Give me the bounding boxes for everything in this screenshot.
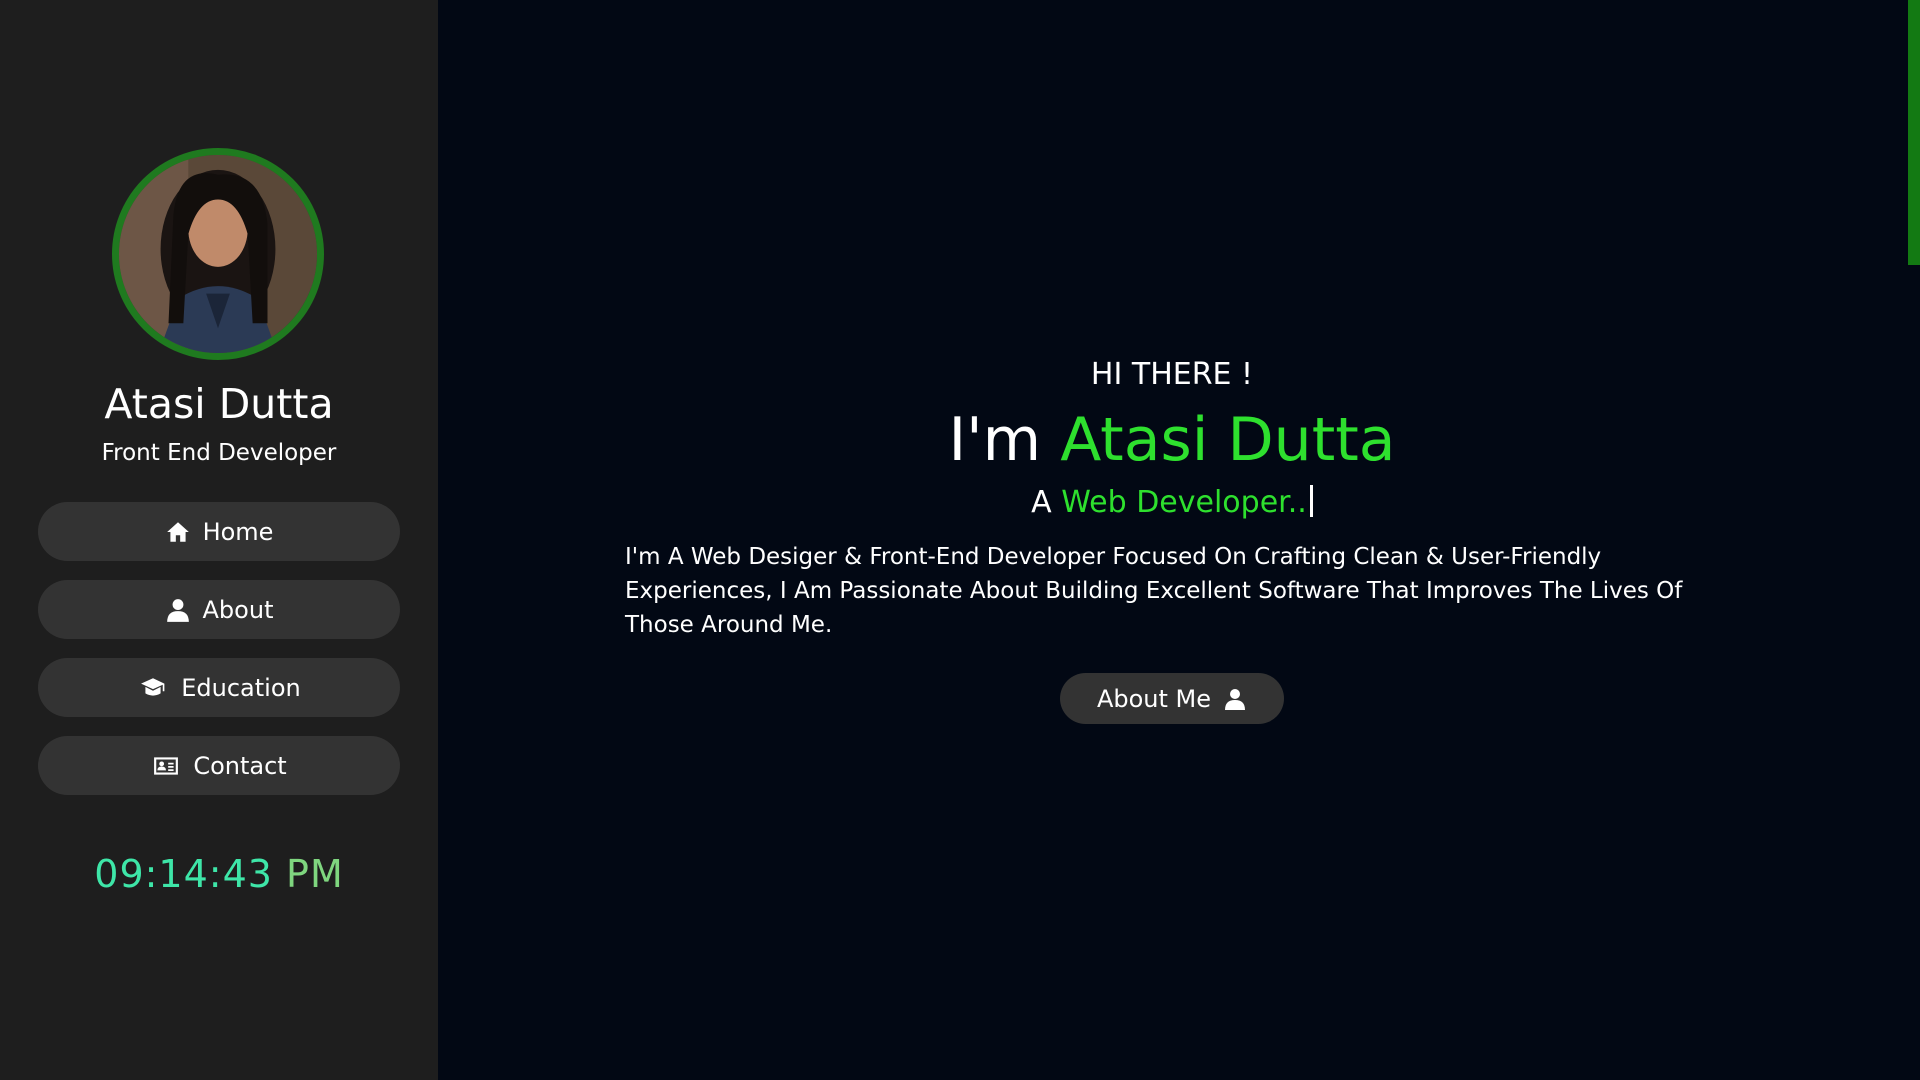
hero-greeting: HI THERE ! [1090,357,1254,392]
hero-section: HI THERE ! I'm Atasi Dutta A Web Develop… [438,0,1920,1080]
graduation-cap-icon [141,677,165,696]
clock-ampm: PM [286,852,344,896]
profile-photo [119,155,317,353]
hero-intro-prefix: I'm [948,405,1042,475]
hero-description: I'm A Web Desiger & Front-End Developer … [625,544,1683,638]
sidebar-name: Atasi Dutta [104,380,334,428]
nav-about-label: About [202,595,274,624]
about-me-label: About Me [1096,684,1212,713]
nav-education-button[interactable]: Education [38,658,400,717]
typing-cursor [1309,485,1313,517]
profile-avatar [112,148,324,360]
user-icon [1225,688,1246,710]
hero-sub-prefix: A [1031,485,1052,520]
home-icon [166,521,189,542]
hero-subline: A Web Developer.. [438,485,1906,520]
nav-contact-label: Contact [193,751,287,780]
nav-education-label: Education [181,673,301,702]
clock-time: 09:14:43 [94,852,273,896]
clock: 09:14:43 PM [0,852,438,896]
scrollbar-thumb[interactable] [1908,0,1920,265]
nav-home-label: Home [202,517,274,546]
nav-about-button[interactable]: About [38,580,400,639]
sidebar-role: Front End Developer [101,440,337,466]
contact-card-icon [154,756,179,775]
sidebar: Atasi Dutta Front End Developer Home Abo… [0,0,438,1080]
nav-home-button[interactable]: Home [38,502,400,561]
nav-contact-button[interactable]: Contact [38,736,400,795]
about-me-button[interactable]: About Me [1060,673,1284,724]
hero-headline: I'm Atasi Dutta [438,405,1906,475]
user-icon [166,598,189,622]
hero-intro-name: Atasi Dutta [1060,405,1396,475]
hero-sub-highlight: Web Developer.. [1061,485,1307,520]
